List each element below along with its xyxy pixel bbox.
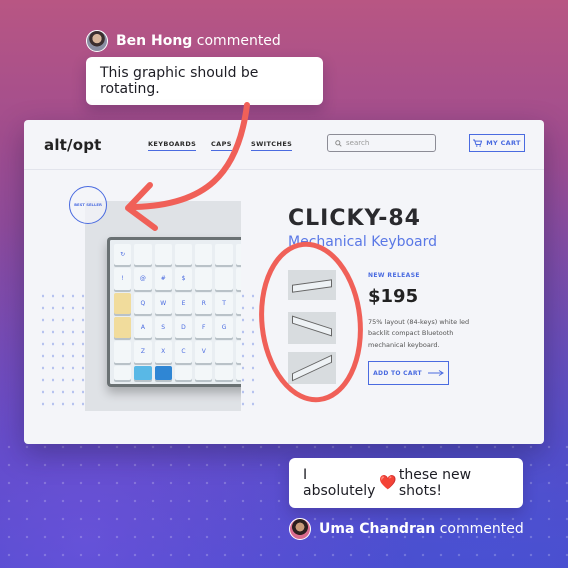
heart-icon: ❤️ (379, 475, 397, 491)
comment-action: commented (439, 521, 524, 537)
comment-author: Uma Chandran (319, 521, 436, 537)
comment-header-uma: Uma Chandran commented (289, 518, 524, 540)
annotation-arrow (132, 102, 250, 210)
comment-text: I absolutely (303, 467, 376, 499)
annotation-circle (259, 241, 363, 403)
comment-bubble-uma[interactable]: I absolutely ❤️ these new shots! (289, 458, 523, 508)
comment-text: these new shots! (398, 467, 472, 499)
avatar (289, 518, 311, 540)
